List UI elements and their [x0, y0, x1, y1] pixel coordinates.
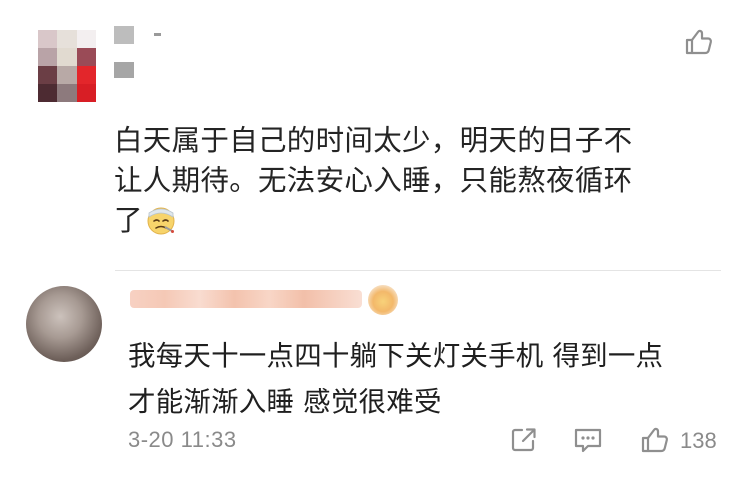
reply-text: 我每天十一点四十躺下关灯关手机 得到一点 才能渐渐入睡 感觉很难受	[128, 333, 728, 425]
username-redacted[interactable]	[114, 26, 134, 78]
post-text: 白天属于自己的时间太少，明天的日子不 让人期待。无法安心入睡，只能熬夜循环 了	[114, 121, 714, 247]
share-button[interactable]	[506, 422, 542, 458]
thumbs-up-icon[interactable]	[684, 28, 716, 58]
reply-avatar[interactable]	[26, 286, 102, 362]
badge-icon	[368, 285, 398, 315]
reply-line: 才能渐渐入睡 感觉很难受	[128, 386, 442, 418]
thumbs-up-icon	[641, 427, 668, 453]
divider	[115, 270, 721, 271]
comment-icon	[574, 428, 602, 453]
post-line: 了	[114, 201, 714, 247]
reply-username-redacted[interactable]	[130, 290, 362, 308]
post-line: 白天属于自己的时间太少，明天的日子不	[114, 124, 633, 157]
post-line: 让人期待。无法安心入睡，只能熬夜循环	[114, 164, 633, 197]
like-count: 138	[680, 428, 717, 453]
share-icon	[511, 428, 536, 452]
avatar[interactable]	[38, 30, 96, 102]
reply-line: 我每天十一点四十躺下关灯关手机 得到一点	[128, 340, 664, 372]
comment-button[interactable]	[570, 422, 606, 458]
timestamp: 3-20 11:33	[128, 427, 237, 452]
like-button[interactable]	[637, 422, 673, 458]
sick-face-emoji	[145, 204, 177, 247]
username-redacted-dot	[154, 33, 161, 36]
